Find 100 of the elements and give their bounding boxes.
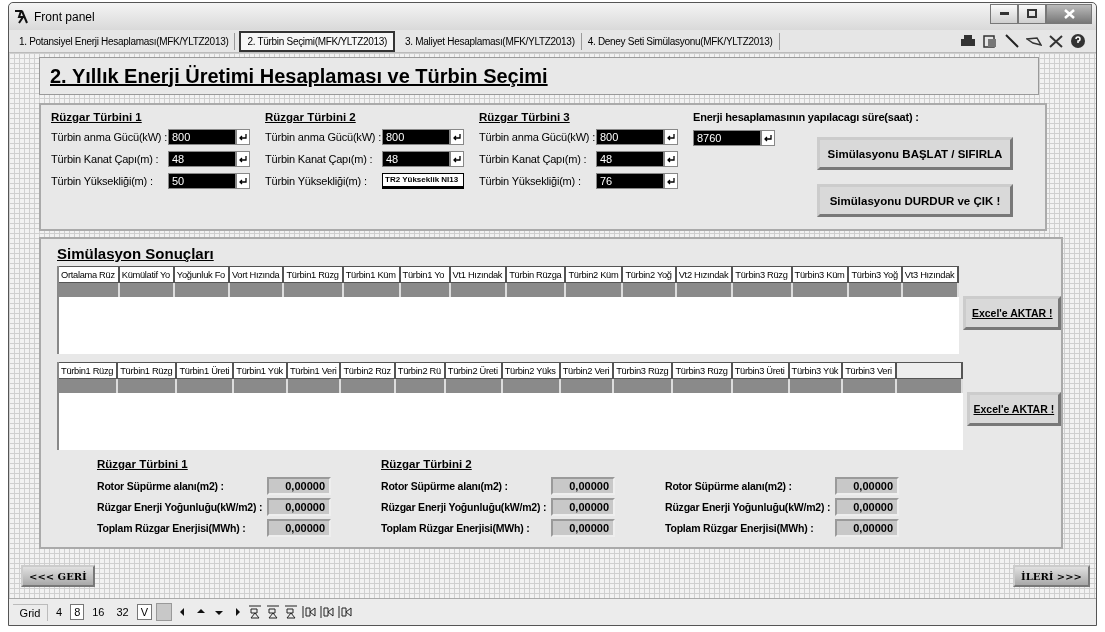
enter-icon [666,177,676,185]
result-label: Rüzgar Enerji Yoğunluğu(kW/m2) : [97,501,264,513]
align-icon[interactable] [248,605,263,619]
field-label: Türbin Yüksekliği(m) : [265,175,368,187]
align-icon[interactable] [284,605,299,619]
tab[interactable]: 4. Deney Seti Simülasyonu(MFK/YLTZ2013) [581,32,780,50]
numeric-field[interactable]: 800 [382,129,450,145]
column-header [896,362,963,379]
numeric-field[interactable]: 800 [596,129,664,145]
column-header: Vort Hızında [229,266,285,283]
result-value: 0,00000 [551,498,615,516]
numeric-field[interactable]: 48 [382,151,450,167]
grid-size-option[interactable]: 16 [88,604,109,620]
section-title: Rüzgar Türbini 1 [51,111,143,123]
close-button[interactable] [1046,3,1092,24]
table-cell [119,283,175,297]
column-header: Türbin1 Yük [234,362,288,379]
simulation-button[interactable]: Simülasyonu DURDUR ve ÇIK ! [817,184,1013,217]
result-value: 0,00000 [551,519,615,537]
numeric-field[interactable]: 48 [168,151,236,167]
export-button[interactable]: Excel'e AKTAR ! [963,296,1061,330]
column-header: Vt1 Hızındak [450,266,508,283]
column-header: Türbin3 Yoğ [849,266,903,283]
maximize-button[interactable] [1018,3,1046,24]
table-cell [502,379,561,393]
next-button[interactable]: İLERİ >>> [1013,565,1090,587]
column-header: Türbin3 Yük [789,362,844,379]
numeric-field[interactable]: 76 [596,173,664,189]
grid-label: Grid [13,603,48,621]
column-header: Kümülatif Yo [119,266,175,283]
result-value: 0,00000 [551,477,615,495]
column-header: Türbin1 Rüzg [118,362,178,379]
down-arrow-icon[interactable] [215,608,224,616]
column-header: Vt2 Hızındak [676,266,734,283]
result-label: Rüzgar Enerji Yoğunluğu(kW/m2) : [665,501,832,513]
tab[interactable]: 1. Potansiyel Enerji Hesaplaması(MFK/YLTZ2013) [13,32,236,50]
maximize-icon [1027,9,1037,18]
column-header: Türbin2 Rüz [341,362,396,379]
minimize-button[interactable] [990,3,1018,24]
field-label: Türbin Yüksekliği(m) : [479,175,582,187]
grid-size-option[interactable]: 32 [112,604,133,620]
column-header: Vt3 Hızındak [902,266,960,283]
enter-icon [238,155,248,163]
back-button[interactable]: <<< GERİ [21,565,95,587]
table-cell [395,379,446,393]
align-icon[interactable] [266,605,281,619]
close-icon [1063,8,1075,19]
column-header: Türbin1 Rüzg [59,362,119,379]
align-icon[interactable] [320,605,335,619]
right-arrow-icon[interactable] [233,608,242,616]
column-header: Türbin1 Yo [400,266,451,283]
simulation-button[interactable]: Simülasyonu BAŞLAT / SIFIRLA [817,137,1013,170]
align-icon[interactable] [302,605,317,619]
clipboard-icon[interactable] [982,33,998,49]
table-cell [118,379,178,393]
table-cell [623,283,677,297]
grid-size-option[interactable]: 4 [52,604,67,620]
enter-icon [238,133,248,141]
column-header: Türbin1 Küm [343,266,401,283]
numeric-field[interactable]: 50 [168,173,236,189]
result-value: 0,00000 [835,498,899,516]
result-value: 0,00000 [835,477,899,495]
table-cell [343,283,401,297]
table-cell [732,379,790,393]
column-header: Türbin3 Rüzg [673,362,733,379]
printer-icon[interactable] [960,33,976,49]
result-value: 0,00000 [267,477,331,495]
field-label: Türbin anma Gücü(kW) : [265,131,382,143]
grid-v-option[interactable]: V [136,604,153,620]
table-cell [450,283,508,297]
help-icon[interactable] [1070,33,1086,49]
color-swatch[interactable] [156,603,173,621]
numeric-field[interactable]: 8760 [693,130,761,146]
result-label: Rotor Süpürme alanı(m2) : [97,480,225,492]
up-arrow-icon[interactable] [197,608,206,616]
tab[interactable]: 3. Maliyet Hesaplaması(MFK/YLTZ2013) [399,32,582,50]
field-label: Türbin Yüksekliği(m) : [51,175,154,187]
grid-size-option[interactable]: 8 [70,604,85,620]
export-button[interactable]: Excel'e AKTAR ! [966,392,1061,426]
table-cell [673,379,733,393]
table-cell [849,283,903,297]
result-label: Toplam Rüzgar Enerjisi(MWh) : [381,522,531,534]
numeric-field[interactable]: 800 [168,129,236,145]
column-header: Ortalama Rüz [59,266,120,283]
section-title: Rüzgar Türbini 2 [265,111,357,123]
table-cell [174,283,230,297]
minimize-icon [999,12,1009,15]
align-icon[interactable] [338,605,353,619]
section-title: Rüzgar Türbini 3 [479,111,571,123]
table-cell [507,283,567,297]
column-header: Türbin2 Küm [566,266,624,283]
result-label: Toplam Rüzgar Enerjisi(MWh) : [97,522,247,534]
field-label: Enerji hesaplamasının yapılacagı süre(saat) : [693,111,920,123]
table-cell [843,379,897,393]
result-label: Rüzgar Enerji Yoğunluğu(kW/m2) : [381,501,548,513]
enter-icon [238,177,248,185]
result-label: Toplam Rüzgar Enerjisi(MWh) : [665,522,815,534]
numeric-field[interactable]: 48 [596,151,664,167]
tab[interactable]: 2. Türbin Seçimi(MFK/YLTZ2013) [239,30,396,52]
column-header: Türbin1 Üreti [177,362,235,379]
